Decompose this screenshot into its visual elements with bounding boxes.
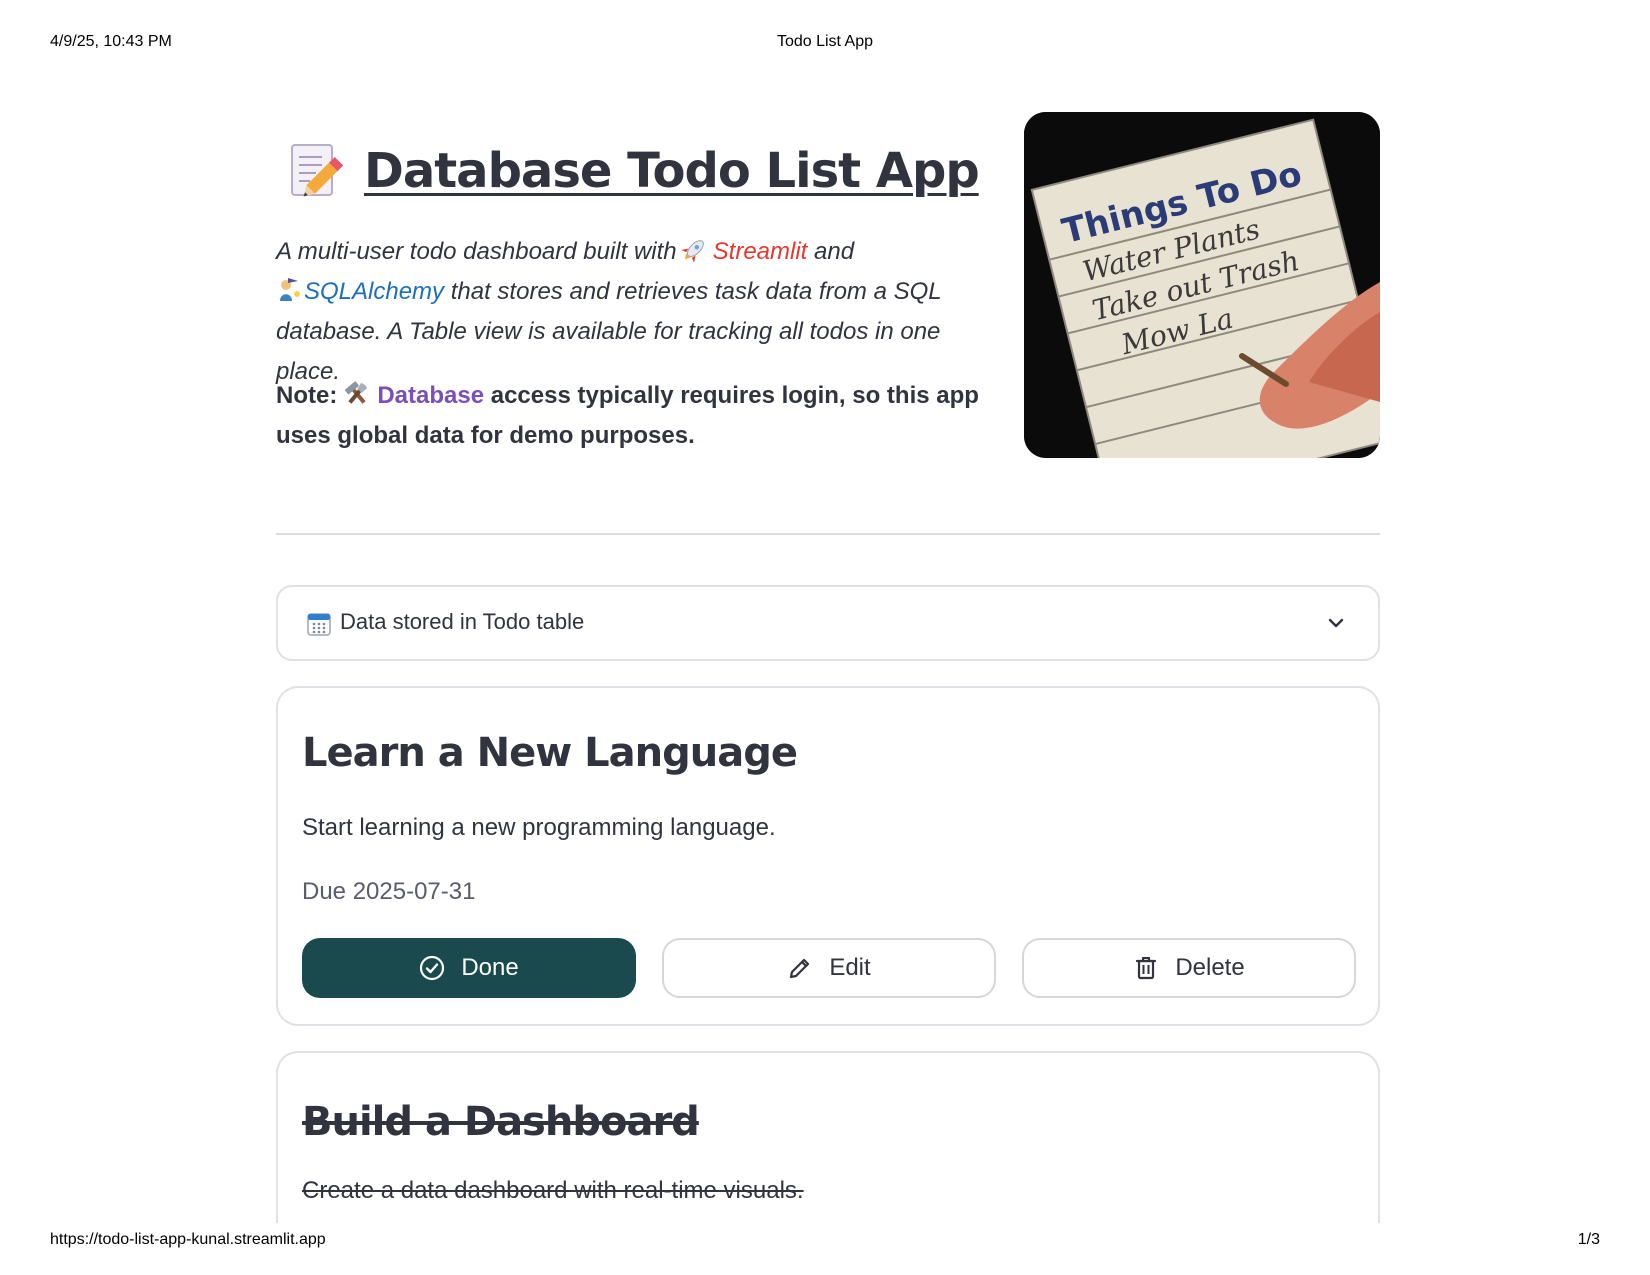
tools-icon <box>345 381 368 404</box>
print-url: https://todo-list-app-kunal.streamlit.ap… <box>50 1231 326 1248</box>
expander-label: Data stored in Todo table <box>340 609 585 634</box>
memo-icon <box>291 144 344 197</box>
streamlit-link[interactable]: Streamlit <box>713 238 808 265</box>
print-page-number: 1/3 <box>1577 1231 1600 1248</box>
todo-title: Learn a New Language <box>302 730 798 776</box>
database-link[interactable]: Database <box>377 382 484 409</box>
sqlalchemy-icon <box>280 278 300 301</box>
subtitle-text-1: A multi-user todo dashboard built with <box>276 238 677 265</box>
todo-description: Create a data dashboard with real-time v… <box>302 1177 804 1204</box>
print-header: 4/9/25, 10:43 PM Todo List App <box>50 33 1600 53</box>
check-circle-icon <box>420 955 445 981</box>
pencil-icon <box>790 958 810 979</box>
delete-button-label: Delete <box>1175 954 1245 981</box>
delete-button[interactable]: Delete <box>1022 938 1356 998</box>
note-prefix: Note: <box>276 382 338 409</box>
done-button-label: Done <box>461 954 519 981</box>
print-page-title: Todo List App <box>776 33 874 50</box>
chevron-down-icon[interactable] <box>1326 613 1346 633</box>
print-footer: https://todo-list-app-kunal.streamlit.ap… <box>50 1231 1600 1251</box>
demo-note: Note: Database access typically requires… <box>276 376 996 456</box>
edit-button[interactable]: Edit <box>662 938 996 998</box>
subtitle-and: and <box>814 238 855 265</box>
divider <box>276 533 1380 535</box>
todo-list-image: Things To Do Water Plants Take out Trash… <box>1024 112 1380 458</box>
todo-table-expander[interactable]: Data stored in Todo table <box>276 585 1380 661</box>
todo-card: Learn a New Language Start learning a ne… <box>276 686 1380 1026</box>
trash-icon <box>1136 957 1157 980</box>
todo-title: Build a Dashboard <box>302 1099 700 1145</box>
sqlalchemy-link[interactable]: SQLAlchemy <box>304 278 444 305</box>
todo-description: Start learning a new programming languag… <box>302 814 776 841</box>
todo-card-completed: Build a Dashboard Create a data dashboar… <box>276 1051 1380 1223</box>
app-title: Database Todo List App <box>364 143 980 199</box>
done-button[interactable]: Done <box>302 938 636 998</box>
edit-button-label: Edit <box>829 954 871 981</box>
title-row: Database Todo List App <box>288 136 980 206</box>
todo-note-illustration: Things To Do Water Plants Take out Trash… <box>1024 112 1380 458</box>
app-description: A multi-user todo dashboard built with S… <box>276 232 996 392</box>
calendar-icon <box>307 613 331 636</box>
todo-due-date: Due 2025-07-31 <box>302 878 476 905</box>
rocket-icon <box>680 240 704 263</box>
